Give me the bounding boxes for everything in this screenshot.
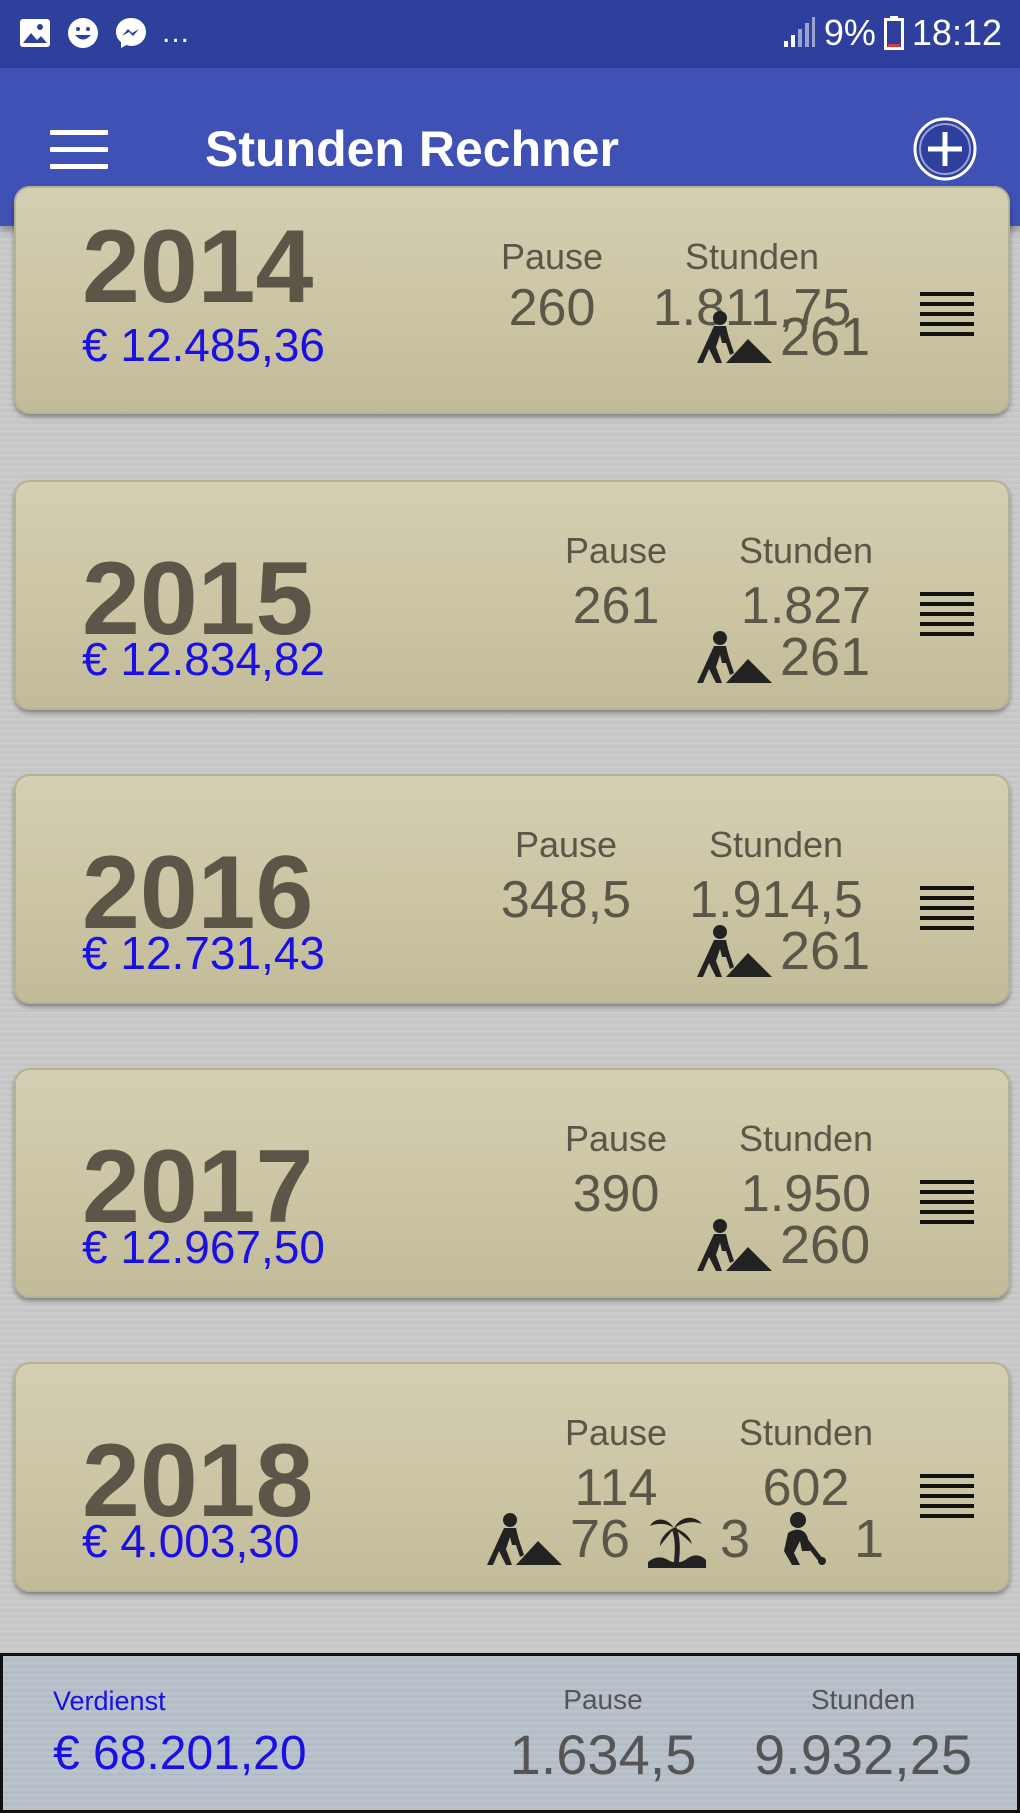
work-days-stat: 261 (696, 306, 870, 368)
year-earnings: € 12.834,82 (82, 633, 326, 685)
work-days-value: 76 (570, 1509, 631, 1569)
year-card[interactable]: 2014 € 12.485,36 Pause 260 Stunden 1.811… (14, 186, 1010, 414)
worker-icon (697, 925, 772, 977)
totals-footer: Verdienst € 68.201,20 Pause 1.634,5 Stun… (0, 1653, 1020, 1813)
work-days-stat: 261 (696, 920, 870, 982)
work-days-value: 261 (780, 921, 871, 981)
year-earnings: € 12.485,36 (82, 319, 326, 371)
work-days-value: 261 (780, 307, 871, 367)
battery-icon (883, 16, 904, 50)
list-icon[interactable] (920, 592, 974, 636)
pause-label: Pause (514, 824, 618, 865)
work-days-stat: 261 (696, 626, 870, 688)
year-card[interactable]: 2018 € 4.003,30 Pause 114 Stunden 602 76 (14, 1362, 1010, 1592)
pause-label: Pause (564, 1412, 668, 1453)
work-days-stat: 260 (696, 1214, 870, 1276)
total-stunden-label: Stunden (810, 1684, 916, 1715)
verdienst-label: Verdienst (53, 1686, 166, 1716)
worker-icon (697, 631, 772, 683)
pause-label: Pause (564, 1118, 668, 1159)
stunden-label: Stunden (738, 1118, 874, 1159)
menu-icon[interactable] (50, 130, 108, 170)
worker-icon (487, 1513, 562, 1565)
vacation-icon (648, 1517, 706, 1568)
app-title: Stunden Rechner (205, 121, 619, 177)
pause-value: 348,5 (500, 871, 632, 929)
list-icon[interactable] (920, 292, 974, 336)
pause-value: 260 (508, 279, 596, 337)
pause-value: 261 (572, 577, 660, 635)
clock: 18:12 (911, 12, 1002, 53)
add-circle-icon[interactable] (912, 116, 978, 182)
messenger-icon (116, 18, 146, 48)
vacation-days-stat: 3 (648, 1508, 750, 1570)
signal-icon (783, 17, 815, 47)
year-card[interactable]: 2017 € 12.967,50 Pause 390 Stunden 1.950… (14, 1068, 1010, 1298)
work-days-value: 260 (780, 1215, 871, 1275)
year-label: 2014 (82, 209, 314, 325)
status-bar: ... 9% 18:12 (0, 0, 1020, 68)
sick-days-value: 1 (854, 1509, 885, 1569)
stunden-label: Stunden (684, 236, 820, 277)
year-earnings: € 12.731,43 (82, 927, 326, 979)
year-earnings: € 12.967,50 (82, 1221, 326, 1273)
year-card[interactable]: 2015 € 12.834,82 Pause 261 Stunden 1.827… (14, 480, 1010, 710)
image-icon (20, 19, 50, 47)
total-earnings: € 68.201,20 (53, 1727, 307, 1780)
stunden-label: Stunden (708, 824, 844, 865)
total-stunden-value: 9.932,25 (754, 1723, 972, 1786)
work-days-stat: 76 (486, 1508, 630, 1570)
year-earnings: € 4.003,30 (82, 1515, 300, 1567)
list-icon[interactable] (920, 886, 974, 930)
pause-value: 390 (572, 1165, 660, 1223)
pause-label: Pause (564, 530, 668, 571)
total-pause-value: 1.634,5 (509, 1723, 697, 1786)
list-icon[interactable] (920, 1180, 974, 1224)
worker-icon (697, 1219, 772, 1271)
year-card[interactable]: 2016 € 12.731,43 Pause 348,5 Stunden 1.9… (14, 774, 1010, 1004)
work-days-value: 261 (780, 627, 871, 687)
stunden-label: Stunden (738, 530, 874, 571)
total-pause-label: Pause (563, 1684, 643, 1715)
pause-label: Pause (500, 236, 604, 277)
stunden-label: Stunden (738, 1412, 874, 1453)
list-icon[interactable] (920, 1474, 974, 1518)
sick-icon (784, 1512, 826, 1565)
vacation-days-value: 3 (720, 1509, 751, 1569)
worker-icon (697, 311, 772, 363)
smiley-icon (68, 18, 98, 48)
sick-days-stat: 1 (776, 1508, 884, 1570)
battery-percent: 9% (823, 12, 876, 53)
more-notifications: ... (162, 16, 191, 49)
